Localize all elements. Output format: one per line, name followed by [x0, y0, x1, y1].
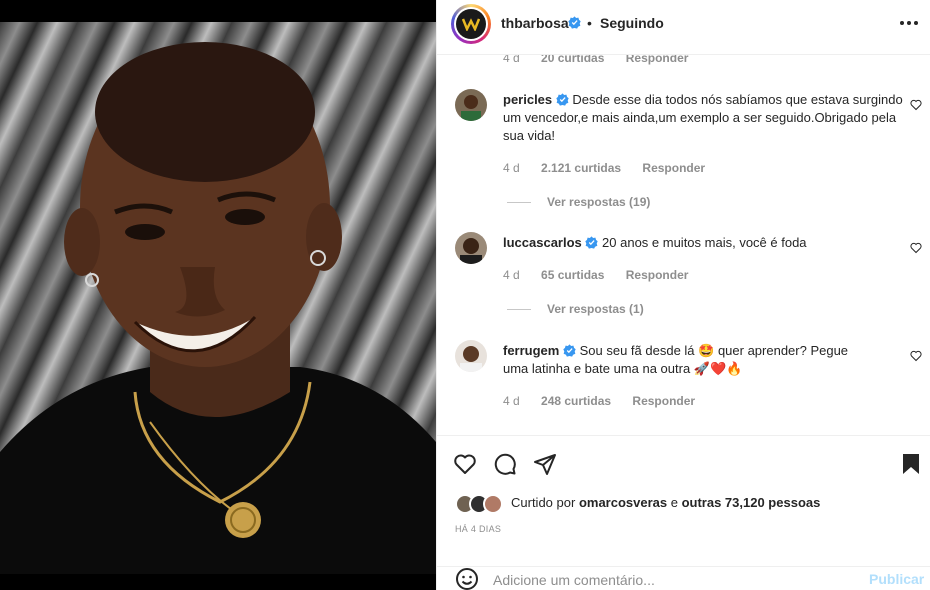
replies-line — [507, 202, 531, 204]
replies-line — [507, 309, 531, 311]
comment-likes[interactable]: 65 curtidas — [541, 268, 604, 282]
reply-button[interactable]: Responder — [632, 394, 695, 408]
publish-button[interactable]: Publicar — [869, 571, 924, 587]
comment-text: luccascarlos 20 anos e muitos mais, você… — [503, 234, 903, 252]
liked-by-text: Curtido por omarcosveras e outras 73,120… — [511, 495, 820, 510]
verified-icon — [585, 236, 599, 249]
author-username[interactable]: thbarbosa — [501, 15, 569, 31]
commenter-username[interactable]: luccascarlos — [503, 235, 582, 250]
emoji-icon[interactable] — [455, 567, 479, 590]
post-actions-section: Curtido por omarcosveras e outras 73,120… — [437, 435, 930, 590]
commenter-avatar[interactable] — [455, 340, 487, 372]
view-replies-button[interactable]: Ver respostas (19) — [507, 195, 650, 209]
portrait-illustration — [0, 42, 436, 574]
comment-meta: 4 d 2.121 curtidas Responder — [503, 161, 705, 175]
like-comment-heart-icon[interactable] — [910, 242, 922, 254]
comment-text: pericles Desde esse dia todos nós sabíam… — [503, 91, 903, 145]
commenter-avatar[interactable] — [455, 89, 487, 121]
post-photo[interactable] — [0, 22, 436, 574]
comment-time: 4 d — [503, 55, 520, 65]
post-timestamp[interactable]: HÁ 4 DIAS — [455, 524, 501, 534]
verified-icon — [568, 16, 581, 29]
comment-body-line2: uma latinha e bate uma na outra 🚀❤️🔥 — [503, 361, 743, 376]
liker-avatar — [483, 494, 503, 514]
reply-button[interactable]: Responder — [642, 161, 705, 175]
comment-meta: 4 d 65 curtidas Responder — [503, 268, 688, 282]
following-button[interactable]: Seguindo — [600, 15, 664, 31]
view-replies-label: Ver respostas (19) — [547, 195, 651, 209]
comment-body-line1: Sou seu fã desde lá 🤩 quer aprender? Peg… — [579, 343, 849, 358]
author-avatar[interactable] — [451, 4, 491, 44]
bookmark-icon[interactable] — [899, 452, 923, 476]
comment-input[interactable] — [493, 571, 843, 589]
post-side-panel: thbarbosa • Seguindo 4 d 20 curtidas Res… — [436, 0, 930, 590]
more-options-icon[interactable] — [899, 20, 919, 26]
author-logo-icon — [456, 9, 486, 39]
post-photo-area[interactable] — [0, 0, 436, 590]
comments-list[interactable]: 4 d 20 curtidas Responder pericles Desde… — [437, 55, 930, 435]
verified-icon — [556, 93, 569, 106]
liked-by-connector: e — [670, 495, 678, 510]
comment-meta: 4 d 20 curtidas Responder — [503, 55, 688, 65]
reply-button[interactable]: Responder — [626, 55, 689, 65]
post-header: thbarbosa • Seguindo — [437, 0, 930, 55]
header-separator: • — [587, 15, 592, 31]
comment-likes[interactable]: 20 curtidas — [541, 55, 604, 65]
comment-icon[interactable] — [493, 452, 517, 476]
liked-by-prefix: Curtido por — [511, 495, 576, 510]
comment-time: 4 d — [503, 394, 520, 408]
commenter-username[interactable]: pericles — [503, 92, 552, 107]
comment-likes[interactable]: 248 curtidas — [541, 394, 611, 408]
heart-icon[interactable] — [453, 452, 477, 476]
comment-body: 20 anos e muitos mais, você é foda — [602, 235, 807, 250]
comment-text: ferrugem Sou seu fã desde lá 🤩 quer apre… — [503, 342, 903, 378]
comment-time: 4 d — [503, 268, 520, 282]
commenter-username[interactable]: ferrugem — [503, 343, 559, 358]
comment-likes[interactable]: 2.121 curtidas — [541, 161, 621, 175]
verified-icon — [563, 344, 576, 357]
comment-meta: 4 d 248 curtidas Responder — [503, 394, 695, 408]
comment-time: 4 d — [503, 161, 520, 175]
view-replies-button[interactable]: Ver respostas (1) — [507, 302, 644, 316]
liked-by-user[interactable]: omarcosveras — [579, 495, 667, 510]
liked-by-others[interactable]: outras 73,120 pessoas — [682, 495, 821, 510]
like-comment-heart-icon[interactable] — [910, 99, 922, 111]
reply-button[interactable]: Responder — [626, 268, 689, 282]
like-comment-heart-icon[interactable] — [910, 350, 922, 362]
commenter-avatar[interactable] — [455, 232, 487, 264]
view-replies-label: Ver respostas (1) — [547, 302, 644, 316]
share-icon[interactable] — [533, 452, 557, 476]
